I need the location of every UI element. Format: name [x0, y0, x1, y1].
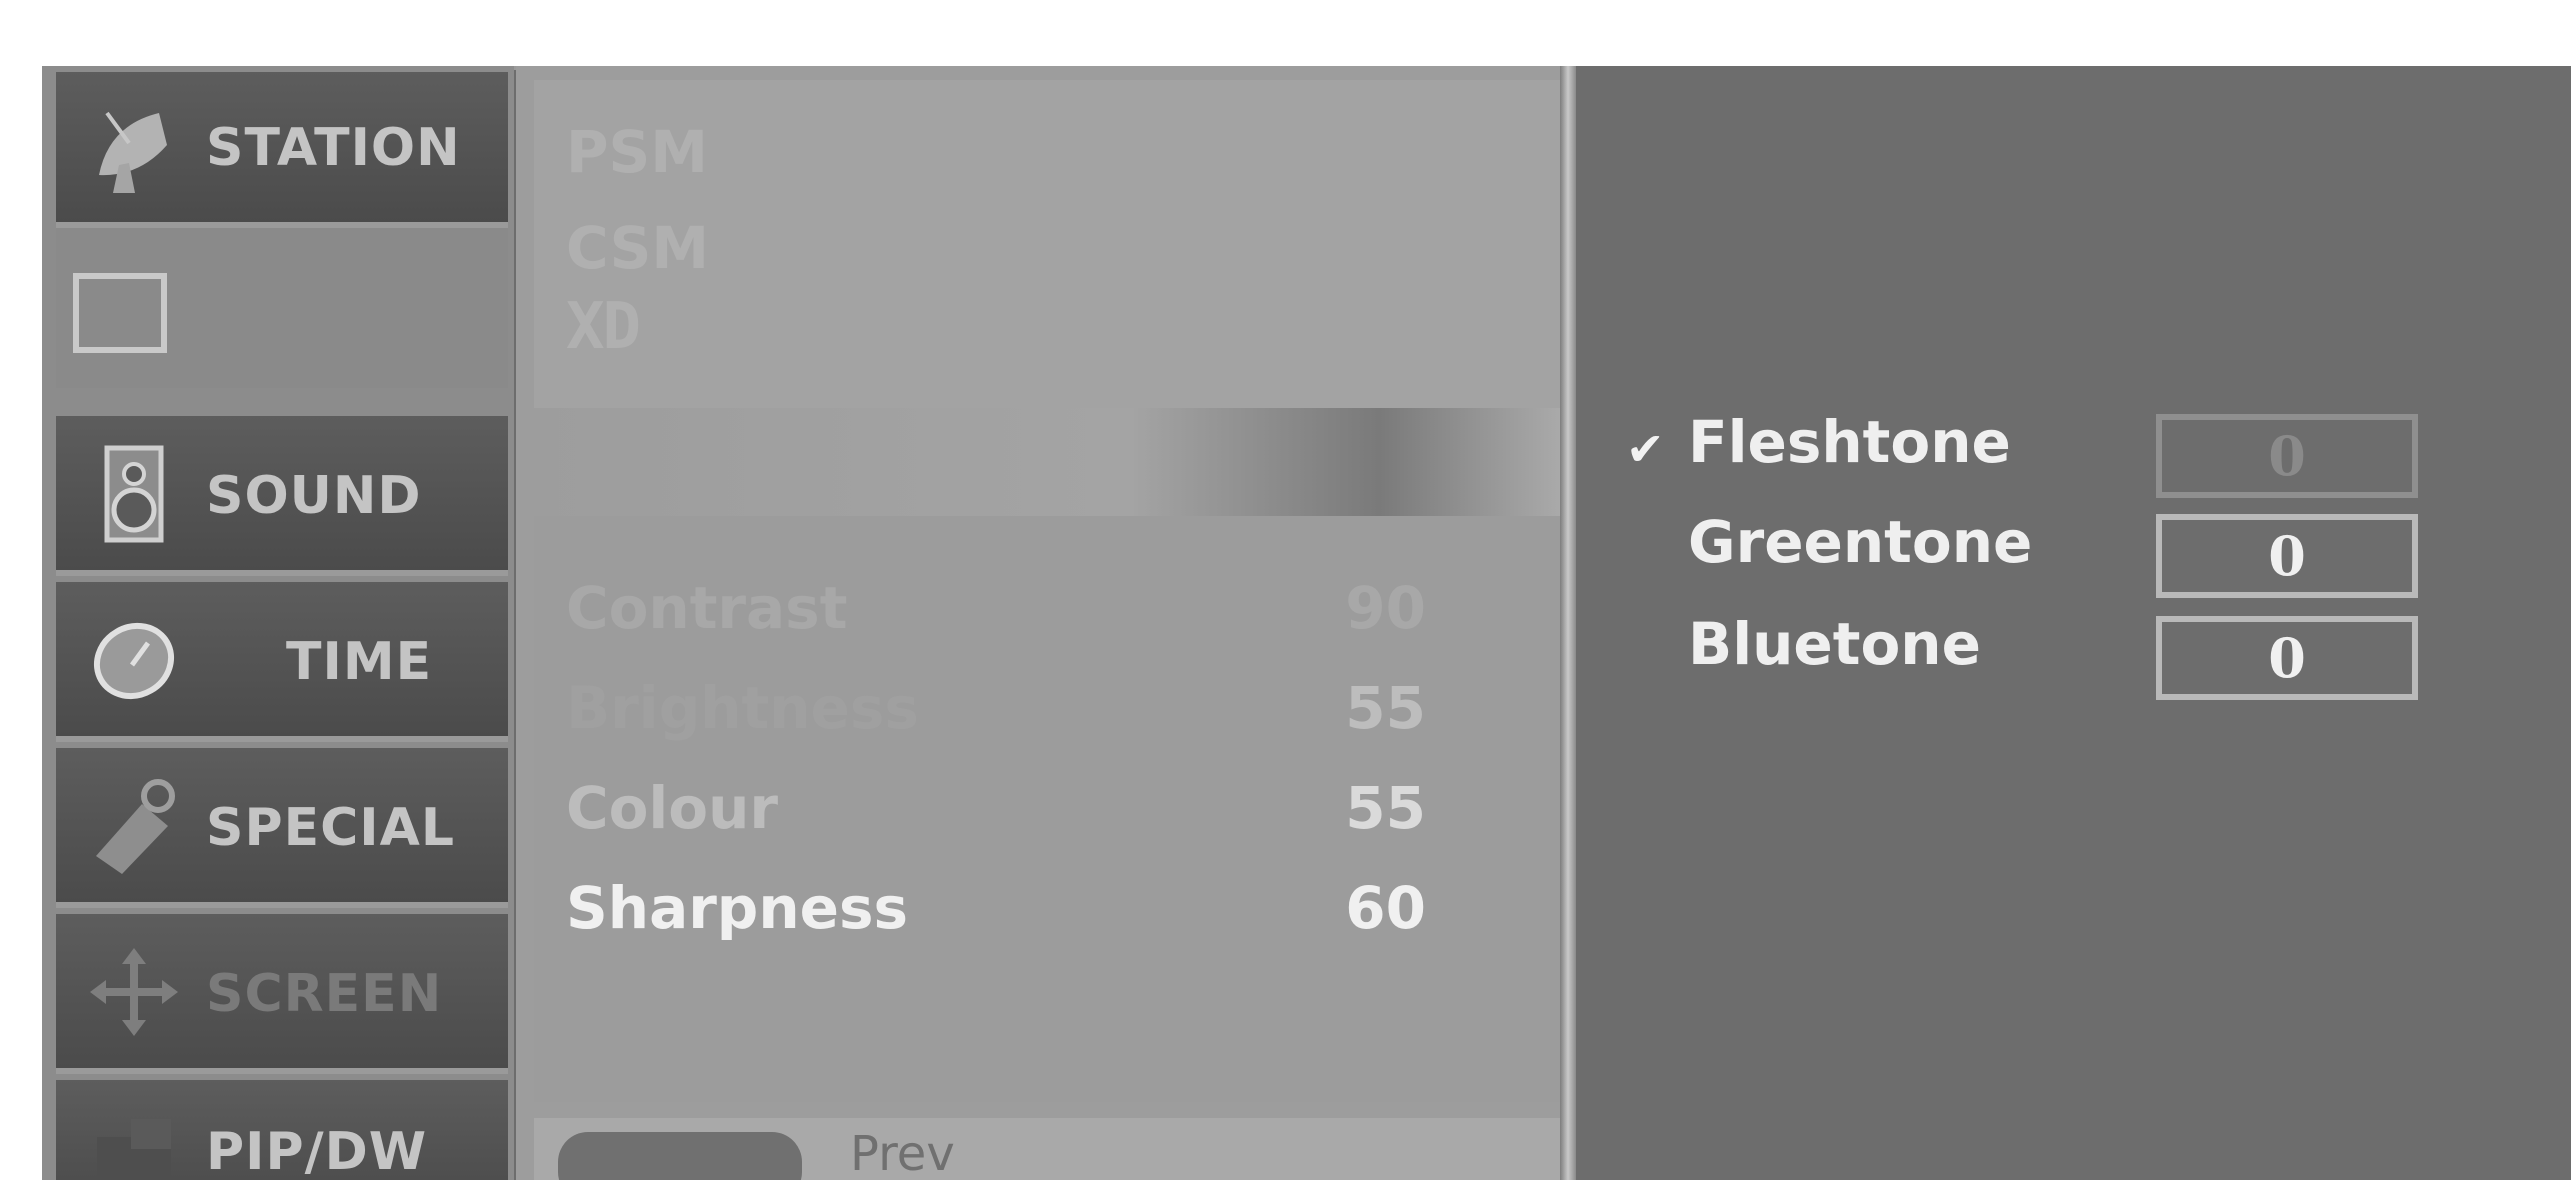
- sidebar-item-special[interactable]: SPECIAL: [56, 748, 508, 908]
- setting-label: Brightness: [566, 674, 919, 742]
- setting-label: Sharpness: [566, 874, 908, 942]
- pip-icon: [84, 1108, 184, 1180]
- tone-label: Greentone: [1688, 508, 2033, 576]
- tone-menu-panel: ✔ Fleshtone 0 Greentone 0 Bluetone 0: [1576, 66, 2571, 1180]
- sidebar-item-station[interactable]: STATION: [56, 72, 508, 228]
- setting-label: Contrast: [566, 574, 848, 642]
- setting-row-colour[interactable]: Colour 55: [566, 774, 1426, 864]
- sidebar-item-label: SCREEN: [206, 964, 443, 1024]
- selected-item-highlight[interactable]: [534, 408, 1618, 516]
- mode-item-psm[interactable]: PSM: [566, 118, 708, 186]
- picture-settings-list: Contrast 90 Brightness 55 Colour 55 Shar…: [534, 516, 1574, 1102]
- tone-label: Bluetone: [1688, 610, 1981, 678]
- tone-value-box[interactable]: 0: [2156, 514, 2418, 598]
- picture-monitor-icon: [70, 264, 170, 364]
- sidebar-item-picture[interactable]: [56, 228, 508, 388]
- prev-button[interactable]: [558, 1132, 802, 1180]
- picture-mode-list: PSM CSM XD: [534, 80, 1574, 410]
- mode-item-xd[interactable]: XD: [566, 290, 641, 364]
- satellite-dish-icon: [84, 100, 184, 200]
- tone-value-box[interactable]: 0: [2156, 616, 2418, 700]
- sidebar-item-label: SPECIAL: [206, 798, 455, 858]
- sidebar-item-sound[interactable]: SOUND: [56, 416, 508, 576]
- prev-label: Prev: [850, 1126, 955, 1180]
- tone-row-bluetone[interactable]: Bluetone 0: [1626, 610, 2446, 700]
- speaker-icon: [84, 444, 184, 544]
- setting-row-brightness[interactable]: Brightness 55: [566, 674, 1426, 764]
- setting-value: 60: [1345, 874, 1426, 942]
- setting-label: Colour: [566, 774, 779, 842]
- setting-value: 55: [1345, 774, 1426, 842]
- picture-menu-panel: PSM CSM XD Contrast 90 Brightness 55 Col…: [516, 66, 1618, 1180]
- checkmark-icon: ✔: [1626, 422, 1665, 476]
- setting-value: 90: [1345, 574, 1426, 642]
- setting-row-contrast[interactable]: Contrast 90: [566, 574, 1426, 664]
- sidebar-item-label: PIP/DW: [206, 1122, 428, 1180]
- tone-label: Fleshtone: [1688, 408, 2011, 476]
- tv-osd-menu: STATION SOUND TIME SPECIAL SCREEN PIP/DW…: [42, 66, 2571, 1180]
- sidebar-item-label: STATION: [206, 118, 461, 178]
- sidebar-item-screen[interactable]: SCREEN: [56, 914, 508, 1074]
- panel-divider: [1560, 66, 1576, 1180]
- sidebar-item-pip[interactable]: PIP/DW: [56, 1080, 508, 1180]
- sidebar-item-time[interactable]: TIME: [56, 582, 508, 742]
- sidebar-item-label: SOUND: [206, 466, 422, 526]
- tone-value-box[interactable]: 0: [2156, 414, 2418, 498]
- sidebar: STATION SOUND TIME SPECIAL SCREEN PIP/DW: [42, 66, 514, 1180]
- arrows-move-icon: [84, 942, 184, 1042]
- setting-row-sharpness[interactable]: Sharpness 60: [566, 874, 1426, 964]
- footer-bar: Prev: [534, 1118, 1574, 1180]
- tag-icon: [84, 776, 184, 876]
- tone-row-fleshtone[interactable]: ✔ Fleshtone 0: [1626, 408, 2446, 498]
- setting-value: 55: [1345, 674, 1426, 742]
- mode-item-csm[interactable]: CSM: [566, 214, 709, 282]
- clock-icon: [84, 610, 184, 710]
- tone-row-greentone[interactable]: Greentone 0: [1626, 508, 2446, 598]
